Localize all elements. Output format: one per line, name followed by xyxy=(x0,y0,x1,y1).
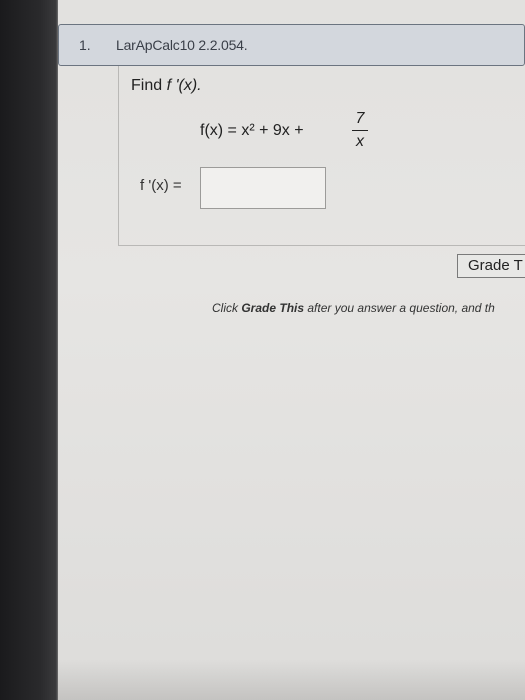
grade-this-button[interactable]: Grade T xyxy=(457,254,525,278)
question-number: 1. xyxy=(79,37,91,53)
fraction-bar xyxy=(352,130,368,131)
instruction-emphasis: Grade This xyxy=(241,301,305,315)
equation-lhs: f(x) = x² + 9x + xyxy=(200,122,304,139)
bottom-shade xyxy=(58,660,525,700)
prompt-prefix: Find xyxy=(131,77,167,94)
answer-label: f '(x) = xyxy=(140,177,182,194)
instruction-suffix: after you answer a question, and th xyxy=(304,301,495,315)
question-prompt: Find f '(x). xyxy=(131,77,202,95)
question-title: LarApCalc10 2.2.054. xyxy=(116,37,248,53)
equation-fraction: 7 x xyxy=(352,110,368,151)
question-header: 1. LarApCalc10 2.2.054. xyxy=(58,24,525,66)
answer-input[interactable] xyxy=(200,167,326,209)
grade-instruction: Click Grade This after you answer a ques… xyxy=(212,301,525,315)
fraction-denominator: x xyxy=(356,133,364,150)
prompt-function: f '(x). xyxy=(166,77,202,94)
instruction-prefix: Click xyxy=(212,301,242,315)
fraction-numerator: 7 xyxy=(355,110,365,127)
